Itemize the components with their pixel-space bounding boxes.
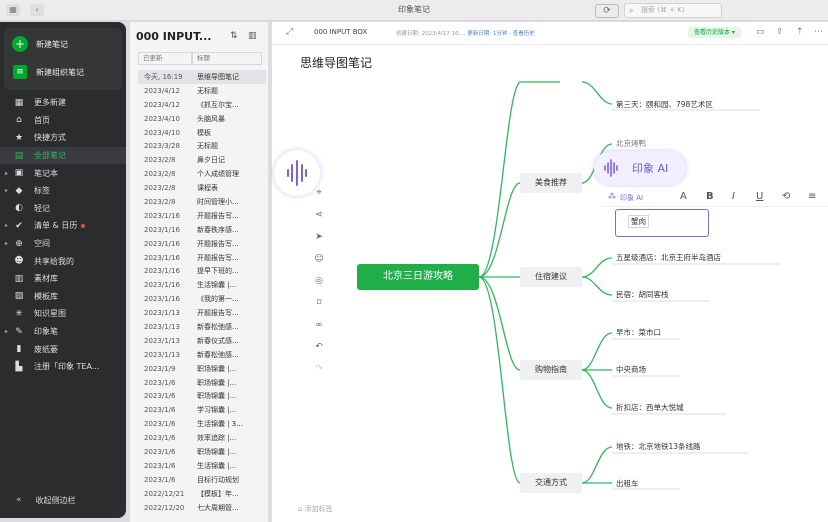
branch-food[interactable]: 美食推荐 [520,173,582,193]
leaf-day3[interactable]: 第三天：颐和园、798艺术区 [616,99,713,110]
emoji-icon[interactable]: ☺ [312,254,326,276]
ai-logo-icon [604,159,618,177]
strikethrough-icon[interactable]: ⟲ [782,191,790,202]
link-icon[interactable]: ∞ [312,320,326,342]
connector-stay-2 [581,276,613,296]
leaf-subway[interactable]: 地铁：北京地铁13条线路 [616,441,701,452]
ai-badge[interactable]: 印象 AI [594,151,686,185]
leaf-market[interactable]: 早市：菜市口 [616,327,661,338]
branch-transport[interactable]: 交通方式 [520,473,582,493]
tag-icon[interactable]: ⌑ [312,298,326,320]
connector-day3 [581,81,613,105]
font-color-icon[interactable]: A [680,191,687,202]
connector-transport [478,276,521,484]
italic-icon[interactable]: I [732,191,735,202]
branch-shopping[interactable]: 购物指南 [520,360,582,380]
leaf-hotel[interactable]: 五星级酒店：北京王府半岛酒店 [616,252,721,263]
bold-icon[interactable]: B [706,191,714,202]
connector-transport-1 [581,446,613,484]
format-toolbar: ⁂ 印象 AI A B I U ⟲ ≡ [602,188,828,207]
mindmap-toolbar: ⌖ ⋖ ➤ ☺ ◎ ⌑ ∞ ↶ ↷ [312,188,326,386]
target-icon[interactable]: ◎ [312,276,326,298]
undo-icon[interactable]: ↶ [312,342,326,364]
node-edit-input[interactable]: 蟹肉 [615,209,709,237]
underline-icon[interactable]: U [756,191,763,202]
share-node-icon[interactable]: ⋖ [312,210,326,232]
leaf-bnb[interactable]: 民宿：胡同客栈 [616,289,669,300]
mindmap-root[interactable]: 北京三日游攻略 [357,264,479,290]
leaf-taxi[interactable]: 出租车 [616,478,639,489]
branch-stay[interactable]: 住宿建议 [520,267,582,287]
send-icon[interactable]: ➤ [312,232,326,254]
ai-small-icon[interactable]: ⁂ [608,192,616,201]
leaf-mall[interactable]: 中央商场 [616,364,646,375]
leaf-roast-duck[interactable]: 北京烤鸭 [616,138,646,149]
ai-badge-label: 印象 AI [632,162,669,175]
node-edit-text: 蟹肉 [628,215,649,228]
leaf-outlet[interactable]: 折扣店：西单大悦城 [616,402,684,413]
location-icon[interactable]: ⌖ [312,188,326,210]
ai-small-label[interactable]: 印象 AI [620,193,643,203]
connector-shop-1 [581,332,613,371]
redo-icon[interactable]: ↷ [312,364,326,386]
align-icon[interactable]: ≡ [808,191,816,202]
connector-stay-1 [581,257,613,278]
connector-shop-3 [581,369,613,409]
